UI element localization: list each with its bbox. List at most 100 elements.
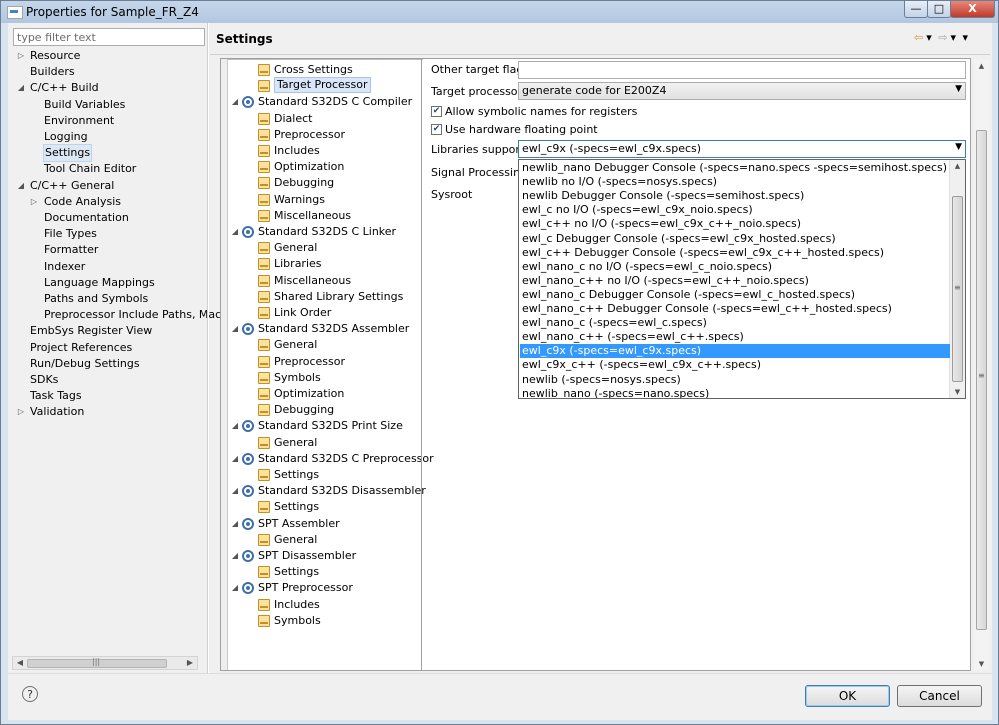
tool-node-label: Standard S32DS Print Size (258, 419, 403, 433)
twisty-icon[interactable]: ◢ (230, 224, 240, 240)
nav-item-label: Project References (30, 340, 133, 354)
twisty-icon[interactable] (16, 340, 26, 356)
tool-node-label: General (274, 435, 318, 449)
dropdown-option[interactable]: ewl_nano_c (-specs=ewl_c.specs) (520, 316, 950, 330)
scroll-right-icon[interactable]: ▶ (184, 657, 196, 669)
settings-folder-icon (258, 533, 270, 546)
twisty-icon[interactable] (29, 242, 39, 258)
dropdown-option[interactable]: ewl_nano_c Debugger Console (-specs=ewl_… (520, 288, 950, 302)
back-dropdown-icon[interactable]: ▾ (926, 31, 932, 44)
libraries-support-select[interactable]: ewl_c9x (-specs=ewl_c9x.specs) ▼ (518, 140, 966, 158)
page-vertical-scrollbar[interactable]: ▲ ≡ ▼ (974, 60, 989, 670)
nav-horizontal-scrollbar[interactable]: ◀ ||| ▶ (12, 656, 198, 670)
dropdown-option[interactable]: ewl_c++ no I/O (-specs=ewl_c9x_c++_noio.… (520, 217, 950, 231)
page-scroll-thumb[interactable]: ≡ (976, 130, 987, 630)
allow-symbolic-label[interactable]: Allow symbolic names for registers (445, 105, 637, 118)
twisty-icon[interactable]: ◢ (16, 178, 26, 194)
dropdown-option[interactable]: ewl_nano_c++ Debugger Console (-specs=ew… (520, 302, 950, 316)
nav-item-label: Validation (30, 405, 85, 419)
tool-gear-icon (242, 323, 254, 336)
tool-node-label: Target Processor (274, 77, 371, 94)
twisty-icon[interactable] (16, 372, 26, 388)
scroll-grip-icon: ≡ (978, 371, 985, 380)
twisty-icon[interactable] (29, 275, 39, 291)
twisty-icon[interactable] (16, 323, 26, 339)
maximize-button[interactable]: □ (927, 1, 951, 18)
dropdown-option[interactable]: newlib no I/O (-specs=nosys.specs) (520, 175, 950, 189)
close-button[interactable]: X (950, 1, 995, 18)
twisty-icon[interactable]: ◢ (230, 94, 240, 110)
twisty-icon[interactable] (16, 388, 26, 404)
nav-item-label: Builders (30, 65, 75, 79)
twisty-icon[interactable]: ◢ (230, 418, 240, 434)
scroll-up-icon[interactable]: ▲ (950, 162, 965, 170)
tool-node-label: Libraries (274, 257, 322, 271)
twisty-icon[interactable] (16, 356, 26, 372)
dropdown-option[interactable]: newlib (-specs=nosys.specs) (520, 373, 950, 387)
twisty-icon[interactable] (29, 129, 39, 145)
dropdown-option[interactable]: newlib Debugger Console (-specs=semihost… (520, 189, 950, 203)
dropdown-scrollbar[interactable]: ▲ ≡ ▼ (949, 160, 965, 398)
twisty-icon[interactable] (29, 97, 39, 113)
twisty-icon[interactable]: ◢ (230, 451, 240, 467)
twisty-icon[interactable]: ▷ (29, 194, 39, 210)
tool-gear-icon (242, 517, 254, 530)
twisty-icon[interactable]: ◢ (230, 483, 240, 499)
minimize-button[interactable]: — (904, 1, 928, 18)
dropdown-option[interactable]: ewl_c Debugger Console (-specs=ewl_c9x_h… (520, 232, 950, 246)
cancel-button[interactable]: Cancel (897, 685, 982, 707)
hardware-float-checkbox[interactable]: ✔ (431, 124, 442, 135)
scroll-up-icon[interactable]: ▲ (974, 62, 989, 70)
twisty-icon[interactable] (29, 210, 39, 226)
twisty-icon[interactable]: ◢ (230, 548, 240, 564)
twisty-icon[interactable] (29, 113, 39, 129)
twisty-icon[interactable] (29, 226, 39, 242)
dropdown-option[interactable]: ewl_c9x_c++ (-specs=ewl_c9x_c++.specs) (520, 358, 950, 372)
dropdown-option[interactable]: ewl_c no I/O (-specs=ewl_c9x_noio.specs) (520, 203, 950, 217)
dropdown-option[interactable]: ewl_c++ Debugger Console (-specs=ewl_c9x… (520, 246, 950, 260)
scroll-down-icon[interactable]: ▼ (974, 660, 989, 668)
help-icon[interactable]: ? (22, 686, 38, 702)
twisty-icon[interactable]: ◢ (16, 80, 26, 96)
allow-symbolic-checkbox[interactable]: ✔ (431, 106, 442, 117)
pane-splitter[interactable] (207, 23, 209, 673)
forward-arrow-icon[interactable]: ⇨ (938, 31, 947, 44)
twisty-icon[interactable] (29, 145, 39, 161)
scroll-left-icon[interactable]: ◀ (14, 657, 26, 669)
twisty-icon[interactable]: ◢ (230, 516, 240, 532)
dropdown-option[interactable]: ewl_nano_c++ (-specs=ewl_c++.specs) (520, 330, 950, 344)
dropdown-option[interactable]: ewl_nano_c no I/O (-specs=ewl_c_noio.spe… (520, 260, 950, 274)
tool-node-label: Symbols (274, 613, 321, 627)
ok-button[interactable]: OK (805, 685, 890, 707)
other-target-flags-input[interactable] (518, 61, 966, 79)
twisty-icon[interactable]: ▷ (16, 48, 26, 64)
forward-dropdown-icon[interactable]: ▾ (950, 31, 956, 44)
filter-input[interactable] (13, 28, 205, 46)
dropdown-option[interactable]: ewl_c9x (-specs=ewl_c9x.specs) (520, 344, 950, 359)
properties-dialog: Properties for Sample_FR_Z4 — □ X ▷ Resou… (0, 0, 999, 725)
scroll-down-icon[interactable]: ▼ (950, 388, 965, 396)
nav-item-label: Run/Debug Settings (30, 356, 140, 370)
libraries-dropdown-list[interactable]: ▲ ≡ ▼ newlib_nano Debugger Console (-spe… (518, 159, 966, 399)
dropdown-scroll-thumb[interactable]: ≡ (952, 196, 963, 382)
settings-folder-icon (258, 469, 270, 481)
nav-item-label: Environment (44, 113, 115, 127)
dropdown-option[interactable]: newlib_nano (-specs=nano.specs) (520, 387, 950, 398)
twisty-icon[interactable]: ◢ (230, 321, 240, 337)
twisty-icon[interactable] (29, 259, 39, 275)
title-bar[interactable]: Properties for Sample_FR_Z4 — □ X (1, 1, 998, 23)
dropdown-option[interactable]: newlib_nano Debugger Console (-specs=nan… (520, 161, 950, 175)
twisty-icon[interactable] (29, 291, 39, 307)
twisty-icon[interactable] (16, 64, 26, 80)
view-menu-icon[interactable]: ▾ (963, 31, 969, 44)
dropdown-option[interactable]: ewl_nano_c++ no I/O (-specs=ewl_c++_noio… (520, 274, 950, 288)
twisty-icon[interactable]: ▷ (16, 404, 26, 420)
tree-form-divider[interactable] (421, 59, 422, 670)
twisty-icon[interactable]: ◢ (230, 580, 240, 596)
twisty-icon[interactable] (29, 161, 39, 177)
hardware-float-label[interactable]: Use hardware floating point (445, 123, 598, 136)
back-arrow-icon[interactable]: ⇦ (914, 31, 923, 44)
target-processor-select[interactable]: generate code for E200Z4 ▼ (518, 82, 966, 100)
twisty-icon[interactable] (29, 307, 39, 323)
scroll-thumb[interactable]: ||| (27, 657, 167, 668)
